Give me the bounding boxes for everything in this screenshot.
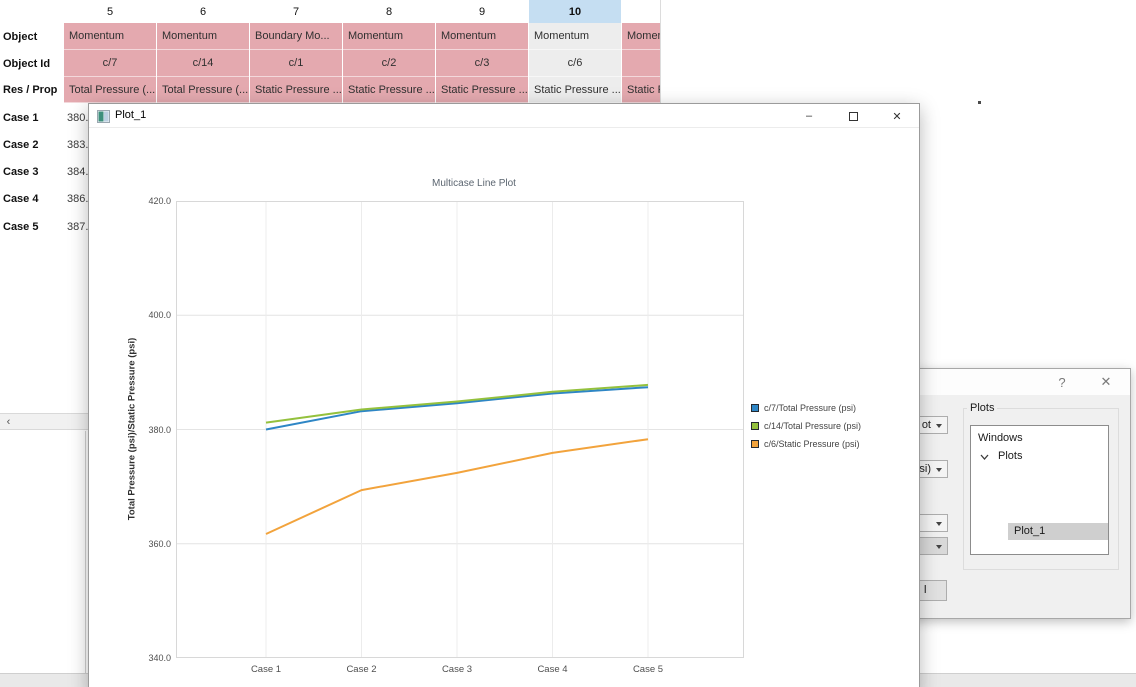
close-icon[interactable]: ✕ — [880, 104, 914, 128]
column-header-cell[interactable]: 6 — [157, 0, 249, 23]
tree-item-windows[interactable]: Windows — [978, 432, 1023, 444]
chevron-down-icon — [936, 522, 942, 526]
button-label-fragment: l — [924, 584, 926, 596]
row-header-object[interactable]: Object — [0, 23, 62, 50]
table-cell-object[interactable]: Momentum — [64, 23, 156, 50]
row-header-case[interactable]: Case 1 — [0, 104, 62, 131]
plot-window-icon — [97, 110, 110, 123]
row-header-res-prop[interactable]: Res / Prop — [0, 77, 62, 103]
maximize-icon — [849, 112, 858, 121]
plot-window: Plot_1 – ✕ Multicase Line Plot Total Pre… — [88, 103, 920, 687]
column-header-cell[interactable]: 7 — [250, 0, 342, 23]
table-cell-res_prop[interactable]: Static Pressure ... — [250, 77, 342, 103]
table-cell-object[interactable]: Momentum — [529, 23, 621, 50]
legend-item: c/7/Total Pressure (psi) — [751, 401, 856, 415]
row-header-case[interactable]: Case 4 — [0, 186, 62, 213]
chevron-down-icon — [936, 468, 942, 472]
table-cell-object[interactable]: Momentum — [436, 23, 528, 50]
tree-item-plots[interactable]: Plots — [998, 450, 1022, 462]
help-button[interactable]: ? — [1047, 369, 1077, 395]
column-header-cell[interactable] — [622, 0, 661, 23]
table-cell-object[interactable]: Boundary Mo... — [250, 23, 342, 50]
table-cell-object_id[interactable] — [622, 50, 661, 77]
table-cell-object[interactable]: Momentum — [622, 23, 661, 50]
x-tick-label: Case 3 — [422, 664, 492, 675]
tree-item-plot-1[interactable]: Plot_1 — [1014, 525, 1045, 537]
minimize-button[interactable]: – — [793, 104, 825, 128]
legend-label: c/7/Total Pressure (psi) — [764, 403, 856, 413]
plots-tree[interactable]: Windows Plots Plot_1 — [970, 425, 1109, 555]
y-tick-label: 420.0 — [125, 196, 171, 206]
x-tick-label: Case 4 — [518, 664, 588, 675]
legend-item: c/14/Total Pressure (psi) — [751, 419, 861, 433]
maximize-button[interactable] — [837, 104, 869, 128]
y-tick-label: 380.0 — [125, 425, 171, 435]
table-cell-res_prop[interactable]: Total Pressure (... — [64, 77, 156, 103]
y-tick-label: 340.0 — [125, 653, 171, 663]
table-cell-object_id[interactable]: c/3 — [436, 50, 528, 77]
plots-groupbox-label: Plots — [967, 402, 997, 414]
table-cell-object_id[interactable]: c/14 — [157, 50, 249, 77]
legend-swatch — [751, 440, 759, 448]
column-header-cell[interactable]: 8 — [343, 0, 435, 23]
legend-item: c/6/Static Pressure (psi) — [751, 437, 860, 451]
row-header-case[interactable]: Case 3 — [0, 159, 62, 186]
column-header-cell[interactable]: 5 — [64, 0, 156, 23]
y-tick-label: 360.0 — [125, 539, 171, 549]
desktop: ObjectObject IdRes / Prop5Momentumc/7Tot… — [0, 0, 1136, 687]
chevron-down-icon — [936, 545, 942, 549]
table-cell-res_prop[interactable]: Static Pressure ... — [343, 77, 435, 103]
table-cell-object_id[interactable]: c/7 — [64, 50, 156, 77]
legend-swatch — [751, 404, 759, 412]
empty-side-panel — [0, 431, 86, 673]
chevron-down-icon[interactable] — [980, 453, 989, 461]
row-header-case[interactable]: Case 2 — [0, 131, 62, 158]
legend-label: c/14/Total Pressure (psi) — [764, 421, 861, 431]
line-chart-svg — [176, 201, 744, 658]
table-cell-object_id[interactable]: c/6 — [529, 50, 621, 77]
row-header-case[interactable]: Case 5 — [0, 213, 62, 240]
chart-title: Multicase Line Plot — [89, 178, 859, 189]
plot-area — [176, 201, 744, 658]
table-cell-object_id[interactable]: c/1 — [250, 50, 342, 77]
x-tick-label: Case 1 — [231, 664, 301, 675]
legend-swatch — [751, 422, 759, 430]
table-cell-res_prop[interactable]: Static Pressure ... — [529, 77, 621, 103]
y-tick-label: 400.0 — [125, 310, 171, 320]
table-cell-res_prop[interactable]: Total Pressure (... — [157, 77, 249, 103]
close-icon[interactable]: ✕ — [1091, 369, 1121, 395]
stray-dot — [978, 101, 981, 104]
table-cell-object[interactable]: Momentum — [157, 23, 249, 50]
table-cell-object_id[interactable]: c/2 — [343, 50, 435, 77]
combobox-text: ot — [922, 419, 931, 431]
window-title: Plot_1 — [115, 109, 146, 121]
table-cell-object[interactable]: Momentum — [343, 23, 435, 50]
table-cell-res_prop[interactable]: Static Pressure ... — [622, 77, 661, 103]
chevron-down-icon — [936, 424, 942, 428]
x-tick-label: Case 2 — [327, 664, 397, 675]
column-header-cell[interactable]: 10 — [529, 0, 621, 23]
scroll-left-button[interactable]: ‹ — [1, 415, 16, 429]
table-cell-res_prop[interactable]: Static Pressure ... — [436, 77, 528, 103]
x-tick-label: Case 5 — [613, 664, 683, 675]
legend-label: c/6/Static Pressure (psi) — [764, 439, 860, 449]
combobox-text: si) — [919, 463, 931, 475]
column-header-cell[interactable]: 9 — [436, 0, 528, 23]
row-header-object-id[interactable]: Object Id — [0, 50, 62, 77]
